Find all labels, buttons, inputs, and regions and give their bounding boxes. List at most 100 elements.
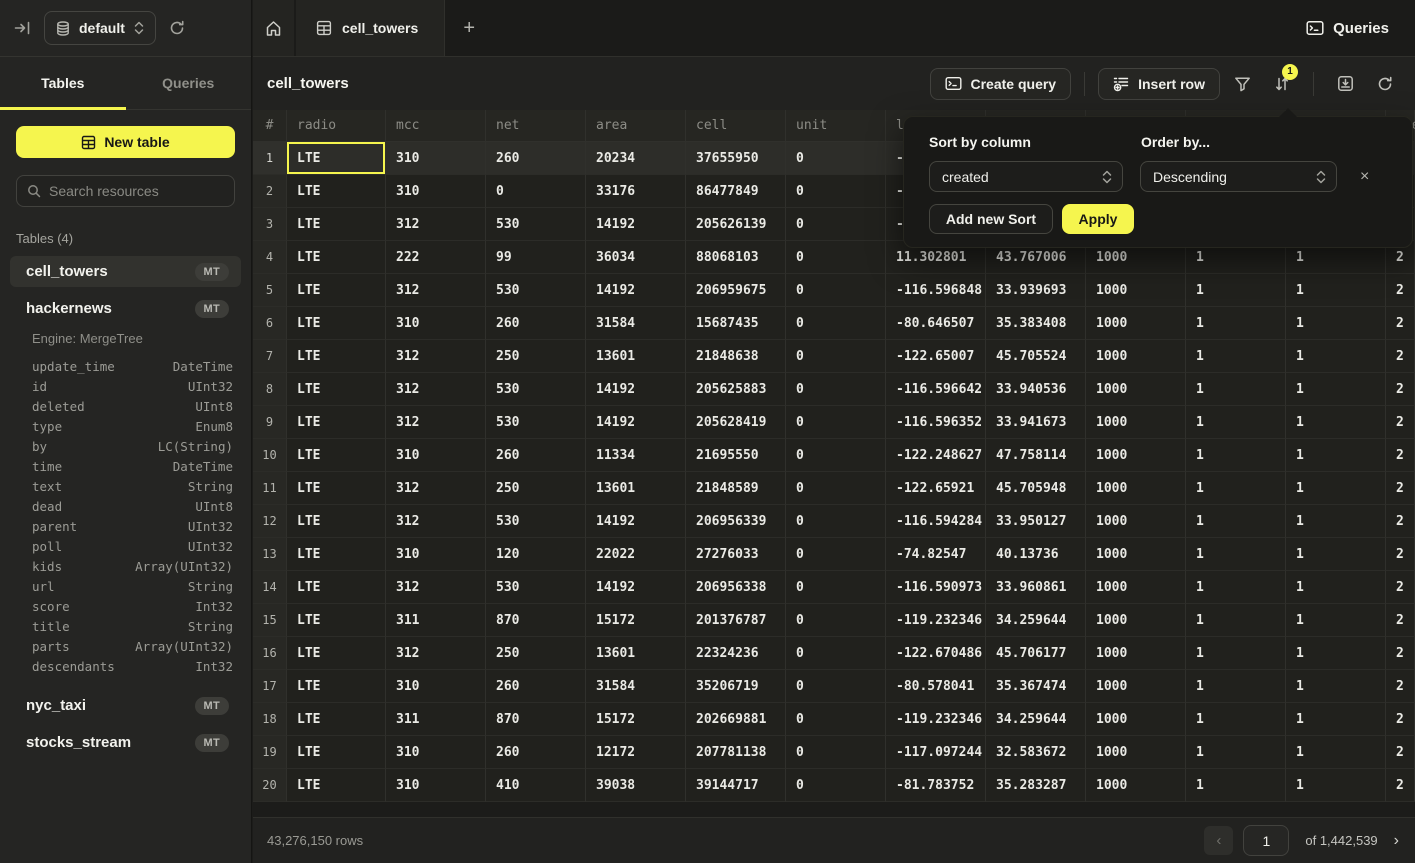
- table-cell[interactable]: 205625883: [686, 373, 786, 406]
- table-cell[interactable]: 22324236: [686, 637, 786, 670]
- table-cell[interactable]: -117.097244: [886, 736, 986, 769]
- sidebar-tab-queries[interactable]: Queries: [126, 57, 252, 109]
- table-cell[interactable]: 1: [1286, 373, 1386, 406]
- table-cell[interactable]: 250: [486, 637, 586, 670]
- table-cell[interactable]: 2: [1386, 703, 1415, 736]
- sort-order-select[interactable]: Descending: [1140, 161, 1337, 192]
- table-cell[interactable]: 39038: [586, 769, 686, 802]
- table-cell[interactable]: 0: [786, 307, 886, 340]
- table-cell[interactable]: 1000: [1086, 703, 1186, 736]
- table-cell[interactable]: 22022: [586, 538, 686, 571]
- table-cell[interactable]: LTE: [287, 703, 386, 736]
- row-number[interactable]: 12: [253, 505, 287, 538]
- table-cell[interactable]: -116.596352: [886, 406, 986, 439]
- row-number[interactable]: 6: [253, 307, 287, 340]
- table-cell[interactable]: 311: [386, 604, 486, 637]
- table-cell[interactable]: 260: [486, 736, 586, 769]
- table-cell[interactable]: LTE: [287, 274, 386, 307]
- table-cell[interactable]: 1: [1286, 274, 1386, 307]
- table-cell[interactable]: 1: [1286, 571, 1386, 604]
- queries-button[interactable]: Queries: [1306, 20, 1389, 37]
- table-cell[interactable]: 0: [786, 505, 886, 538]
- table-cell[interactable]: LTE: [287, 604, 386, 637]
- table-cell[interactable]: 1: [1186, 703, 1286, 736]
- table-cell[interactable]: 1: [1186, 373, 1286, 406]
- table-cell[interactable]: 2: [1386, 571, 1415, 604]
- table-cell[interactable]: 1000: [1086, 571, 1186, 604]
- add-new-sort-button[interactable]: Add new Sort: [929, 204, 1053, 234]
- table-cell[interactable]: 14192: [586, 571, 686, 604]
- table-cell[interactable]: 530: [486, 571, 586, 604]
- table-cell[interactable]: LTE: [287, 307, 386, 340]
- table-cell[interactable]: 35.283287: [986, 769, 1086, 802]
- table-cell[interactable]: 1000: [1086, 274, 1186, 307]
- table-cell[interactable]: 260: [486, 439, 586, 472]
- table-cell[interactable]: -119.232346: [886, 604, 986, 637]
- row-number[interactable]: 18: [253, 703, 287, 736]
- table-cell[interactable]: 310: [386, 142, 486, 175]
- table-cell[interactable]: 0: [786, 241, 886, 274]
- table-cell[interactable]: 530: [486, 406, 586, 439]
- apply-sort-button[interactable]: Apply: [1062, 204, 1134, 234]
- create-query-button[interactable]: Create query: [930, 68, 1072, 100]
- download-button[interactable]: [1327, 68, 1363, 100]
- table-cell[interactable]: 1: [1286, 307, 1386, 340]
- sidebar-table-cell-towers[interactable]: cell_towers MT: [10, 256, 241, 287]
- table-cell[interactable]: LTE: [287, 571, 386, 604]
- sidebar-table-nyc-taxi[interactable]: nyc_taxi MT: [10, 690, 241, 721]
- table-cell[interactable]: 260: [486, 670, 586, 703]
- prev-page-button[interactable]: ‹: [1204, 826, 1233, 855]
- table-cell[interactable]: 2: [1386, 274, 1415, 307]
- column-header-row-number[interactable]: #: [253, 110, 287, 141]
- table-cell[interactable]: 1000: [1086, 439, 1186, 472]
- table-cell[interactable]: 33.950127: [986, 505, 1086, 538]
- row-number[interactable]: 20: [253, 769, 287, 802]
- table-cell[interactable]: 310: [386, 538, 486, 571]
- table-cell[interactable]: 311: [386, 703, 486, 736]
- row-number[interactable]: 19: [253, 736, 287, 769]
- table-cell[interactable]: 40.13736: [986, 538, 1086, 571]
- table-cell[interactable]: 1: [1286, 340, 1386, 373]
- table-cell[interactable]: 310: [386, 307, 486, 340]
- table-cell[interactable]: 310: [386, 439, 486, 472]
- table-cell[interactable]: 35.367474: [986, 670, 1086, 703]
- row-number[interactable]: 7: [253, 340, 287, 373]
- table-cell[interactable]: LTE: [287, 769, 386, 802]
- table-cell[interactable]: 120: [486, 538, 586, 571]
- table-cell[interactable]: 2: [1386, 472, 1415, 505]
- table-cell[interactable]: 33.941673: [986, 406, 1086, 439]
- table-cell[interactable]: 11334: [586, 439, 686, 472]
- page-input[interactable]: [1243, 825, 1289, 856]
- table-cell[interactable]: 13601: [586, 637, 686, 670]
- table-cell[interactable]: 1000: [1086, 307, 1186, 340]
- table-cell[interactable]: 870: [486, 604, 586, 637]
- table-cell[interactable]: 1: [1186, 505, 1286, 538]
- table-cell[interactable]: 45.705524: [986, 340, 1086, 373]
- table-cell[interactable]: 0: [786, 538, 886, 571]
- table-cell[interactable]: 2: [1386, 670, 1415, 703]
- table-cell[interactable]: 32.583672: [986, 736, 1086, 769]
- table-cell[interactable]: 21848638: [686, 340, 786, 373]
- table-cell[interactable]: 410: [486, 769, 586, 802]
- table-cell[interactable]: 1000: [1086, 670, 1186, 703]
- table-cell[interactable]: 27276033: [686, 538, 786, 571]
- row-number[interactable]: 16: [253, 637, 287, 670]
- table-cell[interactable]: 312: [386, 505, 486, 538]
- table-cell[interactable]: -122.65007: [886, 340, 986, 373]
- table-cell[interactable]: 1: [1286, 505, 1386, 538]
- table-cell[interactable]: 14192: [586, 274, 686, 307]
- table-cell[interactable]: 1: [1186, 670, 1286, 703]
- table-cell[interactable]: 88068103: [686, 241, 786, 274]
- table-cell[interactable]: LTE: [287, 340, 386, 373]
- table-cell[interactable]: 1: [1286, 406, 1386, 439]
- sidebar-table-hackernews[interactable]: hackernews MT: [10, 293, 241, 324]
- refresh-table-button[interactable]: [1367, 68, 1403, 100]
- database-selector[interactable]: default: [44, 11, 156, 45]
- table-cell[interactable]: 14192: [586, 208, 686, 241]
- table-cell[interactable]: 14192: [586, 373, 686, 406]
- table-cell[interactable]: LTE: [287, 505, 386, 538]
- table-cell[interactable]: -74.82547: [886, 538, 986, 571]
- table-cell[interactable]: 1: [1186, 538, 1286, 571]
- column-header-cell[interactable]: cell: [686, 110, 786, 141]
- table-cell[interactable]: 2: [1386, 439, 1415, 472]
